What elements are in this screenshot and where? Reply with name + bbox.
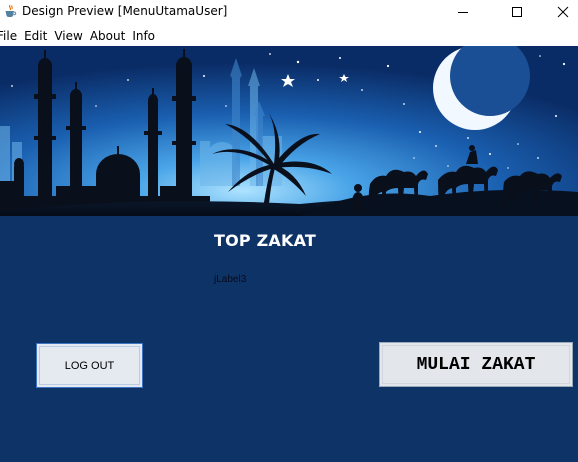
menu-file[interactable]: File [0,29,17,43]
java-cup-icon [5,4,17,17]
page-title: TOP ZAKAT [214,231,317,250]
maximize-icon [512,7,522,17]
menu-bar: File Edit View About Info [0,27,578,45]
menu-edit[interactable]: Edit [24,29,47,43]
close-icon [557,6,569,18]
logout-button[interactable]: LOG OUT [36,343,143,388]
title-bar[interactable]: Design Preview [MenuUtamaUser] [0,0,578,24]
menu-view[interactable]: View [54,29,82,43]
placeholder-label: jLabel3 [214,274,247,285]
minimize-button[interactable] [440,0,486,24]
app-window: Design Preview [MenuUtamaUser] File Edit… [0,0,578,462]
menu-about[interactable]: About [90,29,125,43]
minimize-icon [458,12,468,13]
main-panel: TOP ZAKAT jLabel3 LOG OUT MULAI ZAKAT [0,46,578,462]
window-title: Design Preview [MenuUtamaUser] [22,4,228,18]
mulai-zakat-button[interactable]: MULAI ZAKAT [379,342,573,387]
maximize-button[interactable] [494,0,540,24]
mosque-crescent-camels-banner [0,46,578,216]
menu-info[interactable]: Info [132,29,155,43]
close-button[interactable] [540,0,578,24]
